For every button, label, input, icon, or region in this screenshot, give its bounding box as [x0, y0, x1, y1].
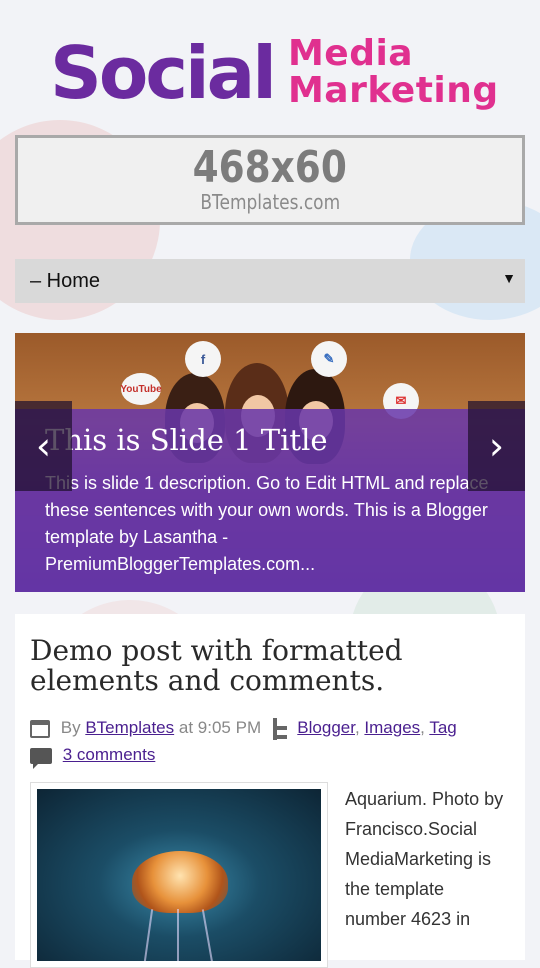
post-image[interactable] — [30, 782, 328, 968]
comments-link[interactable]: 3 comments — [63, 745, 156, 764]
post-title[interactable]: Demo post with formatted elements and co… — [30, 636, 500, 696]
post-body-text: Aquarium. Photo by Francisco.Social Medi… — [345, 789, 504, 929]
by-label: By — [60, 718, 81, 737]
pen-bubble-icon: ✎ — [311, 341, 347, 377]
post-time: 9:05 PM — [197, 718, 262, 737]
author-link[interactable]: BTemplates — [85, 718, 174, 737]
featured-slider[interactable]: YouTube f ✎ ✉ This is Slide 1 Title This… — [15, 333, 525, 592]
ad-size-text: 468x60 — [192, 142, 348, 193]
ad-sub-text: BTemplates.com — [200, 190, 340, 214]
post-card: Demo post with formatted elements and co… — [15, 614, 525, 968]
time-prefix: at — [178, 718, 194, 737]
logo-media-marketing: Media Marketing — [288, 36, 499, 109]
slide-title[interactable]: This is Slide 1 Title — [45, 423, 328, 457]
label-link[interactable]: Tag — [429, 718, 456, 737]
slide-description: This is slide 1 description. Go to Edit … — [45, 473, 489, 574]
label-link[interactable]: Images — [364, 718, 420, 737]
dropdown-arrow-icon: ▼ — [502, 270, 516, 286]
logo-marketing-text: Marketing — [287, 70, 499, 111]
post-meta: By BTemplates at 9:05 PM Blogger, Images… — [30, 714, 510, 769]
chevron-left-icon: ‹ — [35, 424, 52, 468]
nav-select[interactable]: – Home ▼ — [15, 259, 525, 303]
logo-media-text: Media — [287, 33, 414, 75]
comments-icon — [30, 747, 52, 769]
chevron-right-icon: › — [488, 424, 505, 468]
youtube-bubble-icon: YouTube — [120, 373, 162, 405]
label-link[interactable]: Blogger — [297, 718, 355, 737]
nav-selected-value: – Home — [30, 269, 101, 292]
slider-next-button[interactable]: › — [468, 401, 525, 491]
calendar-icon — [30, 719, 50, 738]
jellyfish-image — [37, 789, 321, 961]
slider-prev-button[interactable]: ‹ — [15, 401, 72, 491]
label-icon — [271, 717, 287, 740]
logo-social-text: Social — [50, 31, 277, 115]
facebook-bubble-icon: f — [185, 341, 221, 377]
site-logo[interactable]: Social Media Marketing — [50, 28, 498, 118]
ad-banner[interactable]: 468x60 BTemplates.com — [15, 135, 525, 225]
